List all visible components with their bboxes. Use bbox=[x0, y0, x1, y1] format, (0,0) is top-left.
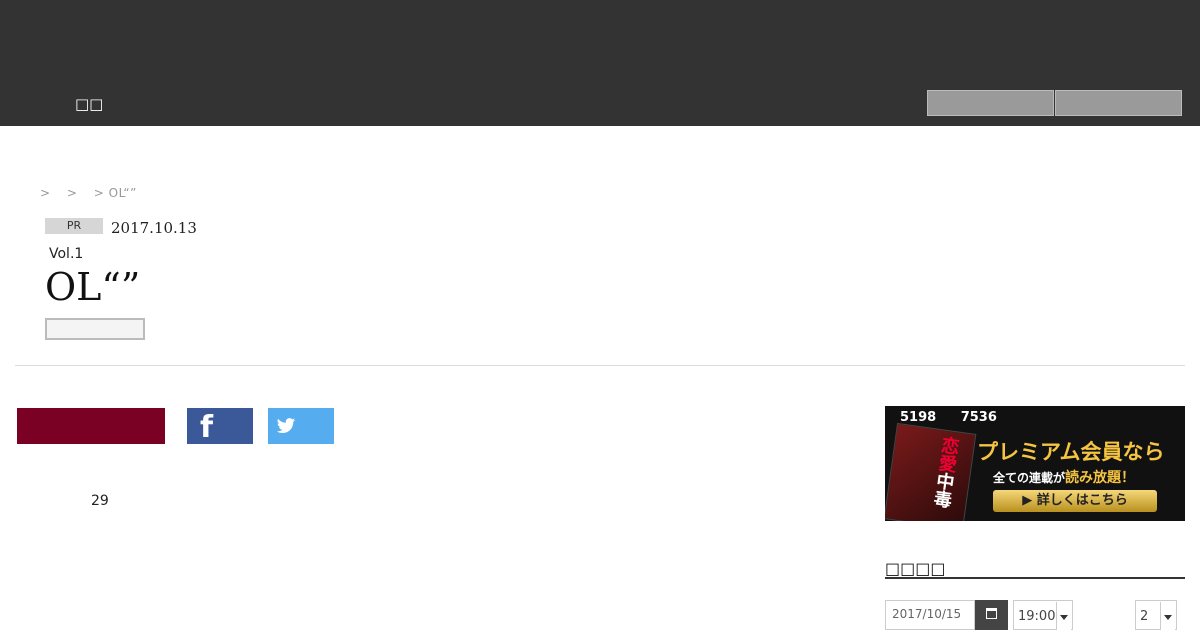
breadcrumb: > > > OL“” bbox=[40, 186, 149, 200]
calendar-icon[interactable] bbox=[975, 600, 1008, 630]
book-title-bottom: 中毒 bbox=[929, 470, 956, 510]
promo-details-button[interactable]: ▶ 詳しくはこちら bbox=[993, 490, 1157, 512]
twitter-share-button[interactable] bbox=[268, 408, 334, 444]
time-select-value: 19:00 bbox=[1018, 609, 1056, 624]
banner-stat-1: 5198 bbox=[900, 410, 937, 425]
pr-badge: PR bbox=[45, 218, 103, 234]
sidebar-divider bbox=[885, 577, 1185, 579]
promo-title: プレミアム会員なら bbox=[977, 440, 1165, 464]
comment-count: 29 bbox=[91, 493, 109, 509]
site-header: □□ bbox=[0, 0, 1200, 126]
title-tag-box[interactable] bbox=[45, 318, 145, 340]
header-search-button-1[interactable] bbox=[927, 90, 1054, 116]
facebook-icon: f bbox=[200, 410, 214, 445]
header-search-button-2[interactable] bbox=[1055, 90, 1182, 116]
primary-action-button[interactable] bbox=[17, 408, 165, 444]
book-title: 恋愛中毒 bbox=[927, 435, 963, 510]
divider bbox=[15, 365, 1185, 366]
promo-subtitle-prefix: 全ての連載が bbox=[993, 471, 1066, 485]
article-volume: Vol.1 bbox=[49, 246, 84, 262]
breadcrumb-current: > OL“” bbox=[93, 186, 137, 200]
banner-stats: 5198 7536 bbox=[900, 410, 1017, 425]
people-count-select[interactable]: 2 bbox=[1135, 600, 1177, 630]
breadcrumb-separator: > bbox=[66, 186, 78, 200]
promo-subtitle: 全ての連載が読み放題！ bbox=[993, 467, 1135, 487]
people-count-value: 2 bbox=[1140, 609, 1149, 624]
article-title: OL“” bbox=[45, 265, 141, 309]
chevron-down-icon bbox=[1160, 602, 1175, 630]
time-select[interactable]: 19:00 bbox=[1013, 600, 1073, 630]
header-menu-label[interactable]: □□ bbox=[75, 95, 103, 113]
facebook-share-button[interactable]: f bbox=[187, 408, 253, 445]
premium-banner[interactable]: 5198 7536 恋愛中毒 プレミアム会員なら 全ての連載が読み放題！ ▶ 詳… bbox=[885, 406, 1185, 521]
breadcrumb-separator: > bbox=[40, 186, 51, 200]
book-title-top: 恋愛 bbox=[934, 434, 961, 474]
sidebar-section-title: □□□□ bbox=[885, 559, 946, 578]
banner-stat-2: 7536 bbox=[960, 410, 997, 425]
chevron-down-icon bbox=[1056, 602, 1071, 630]
twitter-icon bbox=[276, 418, 296, 433]
date-input[interactable]: 2017/10/15 bbox=[885, 600, 975, 630]
article-date: 2017.10.13 bbox=[111, 219, 197, 237]
promo-subtitle-highlight: 読み放題！ bbox=[1065, 470, 1136, 486]
book-cover-image: 恋愛中毒 bbox=[885, 422, 977, 521]
